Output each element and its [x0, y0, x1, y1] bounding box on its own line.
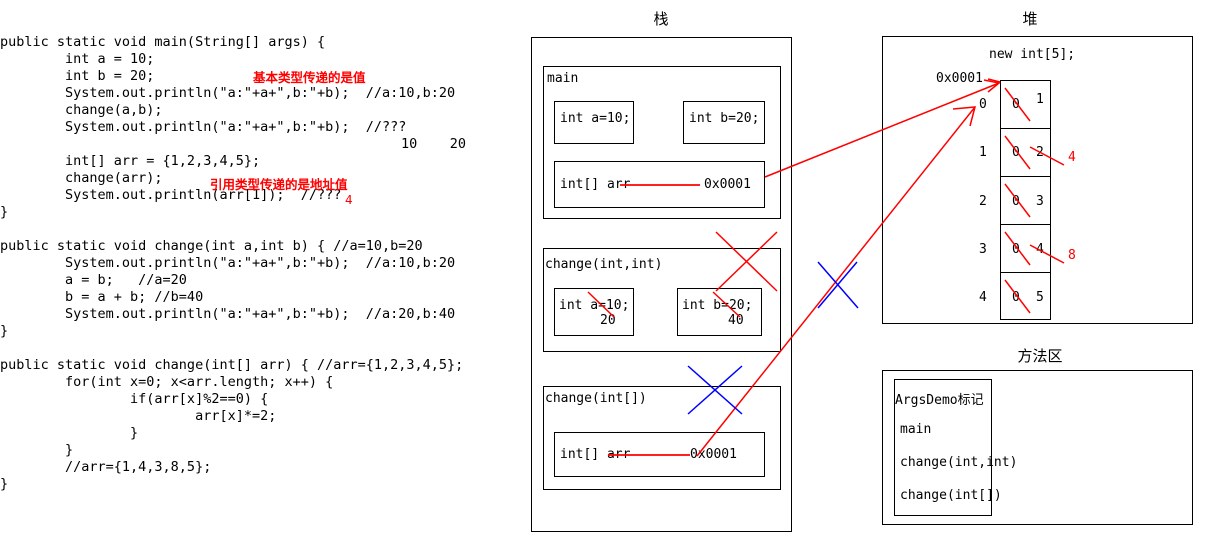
code-line: for(int x=0; x<arr.length; x++) {: [0, 374, 334, 390]
method-area-method: change(int[]): [900, 488, 1002, 503]
stack-slot-change-b-label: int b=20;: [682, 298, 753, 313]
heap-address-label: 0x0001: [936, 71, 983, 86]
stack-slot-change-b-new-value: 40: [728, 313, 744, 328]
method-area-method: change(int,int): [900, 455, 1018, 470]
heap-cell-value: 5: [1036, 290, 1044, 305]
java-code-panel: public static void main(String[] args) {…: [0, 34, 500, 493]
code-line: System.out.println("a:"+a+",b:"+b); //a:…: [0, 85, 456, 101]
stack-slot-change-arr-address: 0x0001: [690, 447, 737, 462]
stack-slot-main-a-label: int a=10;: [560, 111, 631, 126]
heap-cell-initial: 0: [1012, 97, 1020, 112]
stack-slot-main-arr-address: 0x0001: [704, 177, 751, 192]
annotation-a-b-values: 10 20: [401, 136, 467, 152]
heap-cell-index: 2: [979, 194, 987, 209]
stack-frame-main-label: main: [547, 71, 579, 86]
code-line: int b = 20;: [0, 68, 155, 84]
code-line: //arr={1,4,3,8,5};: [0, 459, 212, 475]
heap-cell-index: 0: [979, 97, 987, 112]
heap-cell-initial: 0: [1012, 290, 1020, 305]
stack-frame-change-int-array-label: change(int[]): [545, 391, 647, 406]
stack-slot-change-a-label: int a=10;: [559, 298, 630, 313]
code-line: public static void change(int[] arr) { /…: [0, 357, 464, 373]
code-line: change(a,b);: [0, 102, 163, 118]
heap-cell-index: 3: [979, 242, 987, 257]
code-line: int a = 10;: [0, 51, 155, 67]
heap-cell-divider: [1000, 224, 1051, 225]
code-line: a = b; //a=20: [0, 272, 187, 288]
method-area-caption: 方法区: [1017, 347, 1063, 365]
code-line: }: [0, 323, 9, 339]
heap-cell-value: 2: [1036, 145, 1044, 160]
code-line: }: [0, 476, 9, 492]
heap-cell-index: 4: [979, 290, 987, 305]
heap-cell-divider: [1000, 128, 1051, 129]
code-line: }: [0, 442, 74, 458]
stack-slot-main-b-label: int b=20;: [689, 111, 760, 126]
heap-cell-new-value: 4: [1068, 150, 1076, 165]
heap-cell-value: 4: [1036, 242, 1044, 257]
method-area-class-label: ArgsDemo标记: [895, 393, 984, 408]
diagram-canvas: public static void main(String[] args) {…: [0, 0, 1213, 556]
stack-slot-change-arr-label: int[] arr: [560, 447, 631, 462]
heap-cell-index: 1: [979, 145, 987, 160]
heap-allocation-label: new int[5];: [989, 47, 1076, 62]
annotation-reference-pass-by-address: 引用类型传递的是地址值: [210, 177, 348, 192]
code-line: public static void main(String[] args) {: [0, 34, 326, 50]
stack-frame-change-int-int-label: change(int,int): [545, 257, 663, 272]
heap-cell-value: 1: [1036, 92, 1044, 107]
code-line: int[] arr = {1,2,3,4,5};: [0, 153, 261, 169]
stack-slot-change-a-new-value: 20: [600, 313, 616, 328]
stack-caption: 栈: [653, 10, 669, 28]
code-line: public static void change(int a,int b) {…: [0, 238, 423, 254]
heap-cell-initial: 0: [1012, 242, 1020, 257]
annotation-arr1-answer: 4: [345, 192, 353, 207]
code-line: System.out.println("a:"+a+",b:"+b); //??…: [0, 119, 407, 135]
heap-caption: 堆: [1022, 10, 1038, 28]
code-line: System.out.println("a:"+a+",b:"+b); //a:…: [0, 306, 456, 322]
code-line: }: [0, 425, 139, 441]
heap-cell-new-value: 8: [1068, 248, 1076, 263]
heap-cell-value: 3: [1036, 194, 1044, 209]
code-line: arr[x]*=2;: [0, 408, 277, 424]
heap-cell-initial: 0: [1012, 145, 1020, 160]
method-area-method: main: [900, 422, 932, 437]
code-line: }: [0, 204, 9, 220]
code-line: System.out.println("a:"+a+",b:"+b); //a:…: [0, 255, 456, 271]
cross-out-blue-outer: [817, 261, 859, 309]
heap-cell-divider: [1000, 176, 1051, 177]
heap-cell-initial: 0: [1012, 194, 1020, 209]
code-line: if(arr[x]%2==0) {: [0, 391, 269, 407]
annotation-primitive-pass-by-value: 基本类型传递的是值: [253, 70, 366, 85]
heap-cell-divider: [1000, 272, 1051, 273]
code-line: b = a + b; //b=40: [0, 289, 204, 305]
stack-slot-main-arr-label: int[] arr: [560, 177, 631, 192]
